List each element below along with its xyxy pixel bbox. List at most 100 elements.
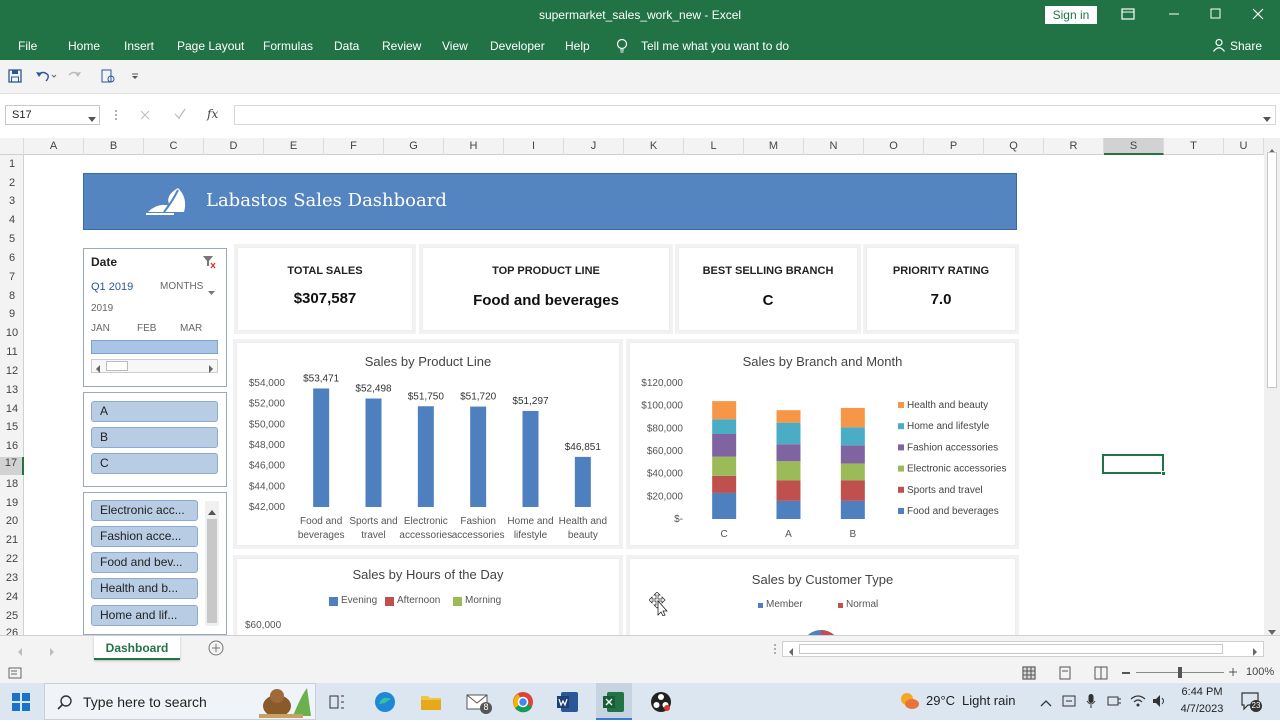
page-break-view-icon[interactable] [1094,666,1108,680]
customize-toolbar-icon[interactable] [130,70,140,80]
row-header[interactable]: 9 [0,308,24,320]
row-header[interactable]: 19 [0,497,24,509]
volume-icon[interactable] [1152,693,1168,709]
minimize-icon[interactable] [1166,6,1182,22]
taskbar-search-box[interactable]: Type here to search [44,683,316,720]
clock-date[interactable]: 4/7/2023 [1176,703,1228,715]
weather-temperature[interactable]: 29°C [926,693,955,708]
mail-icon[interactable]: 8 [466,692,492,714]
tab-home[interactable]: Home [68,39,100,53]
wifi-icon[interactable] [1130,693,1146,709]
slicer-scrollbar[interactable] [205,501,219,626]
column-header[interactable]: F [324,138,384,155]
row-header[interactable]: 10 [0,327,24,339]
tab-insert[interactable]: Insert [124,39,154,53]
zoom-in-icon[interactable] [1228,666,1238,676]
excel-app-taskbar-button[interactable] [596,683,632,720]
product-slicer-item[interactable]: Health and b... [91,578,198,599]
scroll-right-icon[interactable] [1251,645,1259,656]
slicer-scroll-thumb[interactable] [207,519,217,623]
row-header[interactable]: 21 [0,534,24,546]
tab-page-layout[interactable]: Page Layout [177,39,244,53]
task-view-icon[interactable] [328,693,346,711]
timeline-level-chevron-icon[interactable] [208,285,215,295]
column-header-selected[interactable]: S [1104,138,1164,155]
word-app-icon[interactable] [557,691,579,713]
microphone-icon[interactable] [1086,693,1096,709]
tab-developer[interactable]: Developer [490,39,545,53]
row-header[interactable]: 2 [0,177,24,189]
branch-slicer-item[interactable]: C [91,453,218,474]
column-header[interactable]: R [1044,138,1104,155]
row-header[interactable]: 8 [0,290,24,302]
chart-product-line[interactable]: Sales by Product Line $42,000 $44,000 $46,… [236,342,620,546]
column-header[interactable]: P [924,138,984,155]
column-header[interactable]: A [24,138,84,155]
zoom-out-icon[interactable] [1122,672,1130,674]
scroll-left-icon[interactable] [787,645,795,656]
row-header[interactable]: 14 [0,403,24,415]
column-header[interactable]: I [504,138,564,155]
notification-center-icon[interactable]: 23 [1240,691,1262,713]
row-header[interactable]: 11 [0,346,24,358]
ribbon-display-icon[interactable] [1120,6,1136,22]
clock-time[interactable]: 6:44 PM [1178,686,1226,698]
new-sheet-icon[interactable] [208,640,224,656]
windows-start-icon[interactable] [12,693,30,711]
show-hidden-icons-icon[interactable] [1040,696,1052,707]
edge-browser-icon[interactable] [374,691,396,713]
column-header[interactable]: Q [984,138,1044,155]
timeline-scroll-thumb[interactable] [106,361,128,371]
scroll-right-icon[interactable] [207,362,215,373]
save-icon[interactable] [8,69,22,83]
column-header[interactable]: C [144,138,204,155]
row-header[interactable]: 15 [0,421,24,433]
horizontal-scrollbar[interactable] [782,641,1264,657]
vertical-scrollbar[interactable] [1264,138,1280,635]
row-header[interactable]: 7 [0,271,24,283]
meet-now-icon[interactable] [1062,693,1076,709]
scroll-down-icon[interactable] [1268,625,1276,635]
tab-view[interactable]: View [442,39,468,53]
obs-app-icon[interactable] [650,691,672,713]
tab-help[interactable]: Help [565,39,590,53]
column-header[interactable]: H [444,138,504,155]
row-header[interactable]: 16 [0,440,24,452]
column-header[interactable]: O [864,138,924,155]
row-header[interactable]: 5 [0,233,24,245]
cancel-entry-icon[interactable] [140,109,150,120]
column-header[interactable]: U [1224,138,1264,155]
column-header[interactable]: M [744,138,804,155]
zoom-level[interactable]: 100% [1246,666,1274,678]
chrome-browser-icon[interactable] [512,691,534,713]
formula-input[interactable] [234,105,1276,125]
column-header[interactable]: K [624,138,684,155]
undo-icon[interactable] [35,69,57,83]
row-header[interactable]: 22 [0,553,24,565]
tab-file[interactable]: File [18,39,37,53]
chart-hours-of-day[interactable]: Sales by Hours of the Day Evening Aftern… [236,558,620,635]
tab-splitter-icon[interactable] [772,642,778,656]
row-header-selected[interactable]: 17 [0,457,24,475]
name-box-dropdown-icon[interactable] [88,112,96,122]
tab-scroll-left-icon[interactable] [16,645,24,656]
sheet-tab-dashboard[interactable]: Dashboard [94,636,180,660]
chart-branch-month[interactable]: Sales by Branch and Month $- $20,000 $40,0… [629,342,1016,546]
row-header[interactable]: 18 [0,478,24,490]
redo-icon[interactable] [66,69,88,83]
branch-slicer-item[interactable]: A [91,401,218,422]
column-header[interactable]: E [264,138,324,155]
tab-data[interactable]: Data [334,39,359,53]
confirm-entry-icon[interactable] [174,108,186,120]
zoom-slider[interactable] [1136,667,1224,678]
clear-filter-icon[interactable] [202,255,216,269]
column-header[interactable]: J [564,138,624,155]
row-header[interactable]: 20 [0,515,24,527]
sign-in-button[interactable]: Sign in [1045,6,1097,24]
column-header[interactable]: T [1164,138,1224,155]
row-header[interactable]: 26 [0,627,24,635]
maximize-icon[interactable] [1207,6,1223,22]
normal-view-icon[interactable] [1022,666,1036,680]
network-icon[interactable] [1106,693,1122,709]
row-header[interactable]: 3 [0,195,24,207]
